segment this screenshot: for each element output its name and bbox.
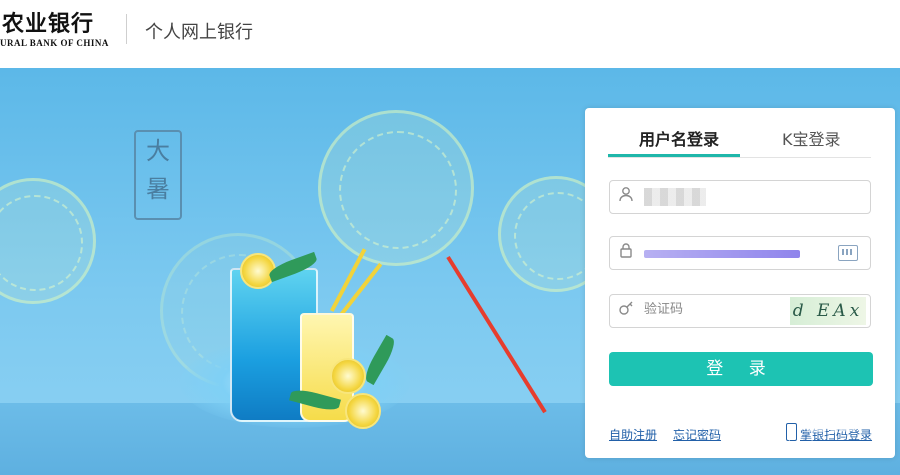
lemon-decoration [318,110,474,266]
key-icon [615,300,637,322]
baidu-watermark-url: jingyan.baidu.com [740,437,851,451]
user-icon [615,186,637,208]
active-tab-indicator [608,154,740,157]
bank-logo-cn[interactable]: 农业银行 [2,6,94,38]
tab-divider [608,157,871,158]
lemon-slice [345,393,381,429]
login-button[interactable]: 登 录 [609,352,873,386]
lemon-slice [330,358,366,394]
password-field[interactable] [609,236,871,270]
tab-username-login[interactable]: 用户名登录 [639,126,719,150]
page-subtitle: 个人网上银行 [145,22,253,43]
header-divider [126,14,127,44]
lemon-decoration [0,178,96,304]
captcha-image[interactable]: d EAx [790,297,866,325]
username-value-masked [644,188,706,206]
captcha-field[interactable]: d EAx [609,294,871,328]
site-header: 农业银行 URAL BANK OF CHINA 个人网上银行 [0,0,900,68]
lock-icon [615,242,637,264]
self-register-link[interactable]: 自助注册 [609,426,657,443]
password-value-masked [644,250,800,258]
captcha-input[interactable] [644,302,744,317]
seal-text: 大暑 [146,137,170,203]
bank-logo-en: URAL BANK OF CHINA [0,38,109,48]
baidu-watermark: Baidu 经验 [690,403,857,438]
tab-kbao-login[interactable]: K宝登录 [782,126,841,150]
username-field[interactable] [609,180,871,214]
keyboard-icon[interactable] [838,245,858,261]
seasonal-seal: 大暑 [134,130,182,220]
